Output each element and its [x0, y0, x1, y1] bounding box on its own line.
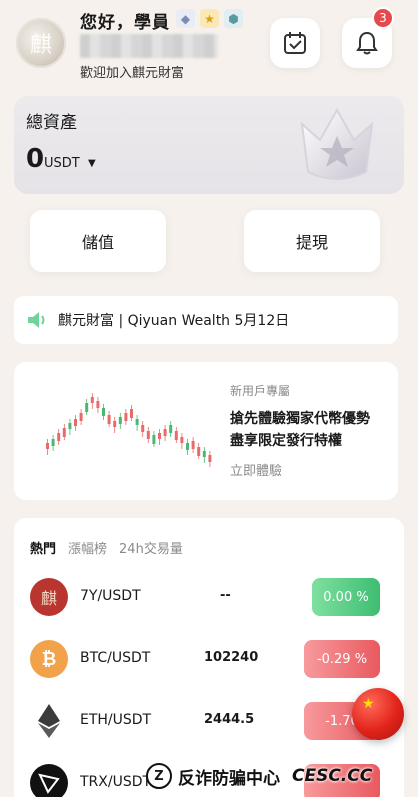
candle-body [124, 413, 128, 421]
change-pill[interactable]: 0.00 % [312, 578, 380, 616]
candle-body [202, 451, 206, 457]
7y-coin-icon: 麒 [30, 578, 68, 616]
change-pill[interactable]: -0.29 % [304, 640, 380, 678]
candle-body [186, 443, 189, 450]
candle-body [113, 421, 117, 427]
welcome-text: 歡迎加入麒元財富 [80, 66, 185, 81]
candle-body [152, 435, 156, 444]
gem-badge-icon: ⬢ [224, 9, 243, 28]
candle-body [158, 433, 161, 439]
trx-coin-icon [30, 764, 68, 797]
total-assets-title: 總資產 [26, 113, 77, 133]
candle-body [51, 439, 55, 446]
candle-body [191, 441, 195, 449]
task-calendar-button[interactable] [270, 18, 320, 68]
tab-gainers[interactable]: 漲幅榜 [68, 538, 107, 557]
pair-name: BTC/USDT [80, 650, 151, 666]
tab-volume[interactable]: 24h交易量 [119, 538, 183, 557]
candle-body [135, 419, 139, 425]
promo-cta-link[interactable]: 立即體驗 [230, 460, 282, 479]
candle-body [169, 425, 173, 433]
eth-coin-icon [38, 704, 60, 738]
currency-unit-selector[interactable]: USDT [44, 156, 80, 171]
candle-body [141, 425, 145, 432]
caret-down-icon[interactable]: ▼ [88, 158, 96, 169]
candle-body [68, 423, 72, 429]
candlestick-chart-illustration [46, 393, 212, 467]
candle-body [146, 431, 150, 439]
pair-name: 7Y/USDT [80, 588, 141, 604]
avatar[interactable]: 麒 [16, 18, 66, 68]
candle-body [180, 437, 184, 443]
user-id-redacted [80, 34, 218, 58]
header: 麒 您好，學員 ◆ ★ ⬢ 歡迎加入麒元財富 3 [0, 0, 418, 100]
watermark-text: 反诈防骗中心 [178, 768, 280, 789]
btc-coin-icon: ₿ [30, 640, 68, 678]
candle-body [130, 409, 133, 418]
crown-badge-icon: ★ [200, 9, 219, 28]
candle-body [163, 429, 167, 436]
candle-body [96, 401, 100, 408]
withdraw-button[interactable]: 提現 [244, 210, 380, 272]
announcement-text: 麒元財富 | Qiyuan Wealth 5月12日 [58, 313, 290, 329]
china-flag-icon: ★ [362, 696, 375, 712]
deposit-button[interactable]: 儲值 [30, 210, 166, 272]
candle-body [57, 433, 61, 441]
pair-name: TRX/USDT [80, 774, 152, 790]
watermark: Z 反诈防骗中心 CESC.CC [146, 760, 418, 792]
candle-body [62, 428, 66, 437]
market-tabs: 熱門 漲幅榜 24h交易量 [30, 538, 183, 557]
market-row-7y[interactable]: 麒 7Y/USDT -- 0.00 % [14, 570, 404, 626]
promo-card[interactable]: 新用戶專屬 搶先體驗獨家代幣優勢 盡享限定發行特權 立即體驗 [14, 362, 398, 500]
promo-tag: 新用戶專屬 [230, 384, 291, 398]
market-list-card: 熱門 漲幅榜 24h交易量 麒 7Y/USDT -- 0.00 % ₿ BTC/… [14, 518, 404, 797]
candle-body [79, 413, 83, 421]
candle-body [118, 417, 122, 424]
greeting-text: 您好，學員 [80, 13, 170, 33]
candle-body [90, 397, 94, 403]
market-row-btc[interactable]: ₿ BTC/USDT 102240 -0.29 % [14, 632, 404, 688]
diamond-badge-icon: ◆ [176, 9, 195, 28]
pair-price: -- [220, 588, 231, 603]
announcement-bar[interactable]: 麒元財富 | Qiyuan Wealth 5月12日 [14, 296, 398, 344]
total-assets-card: 總資產 0 USDT ▼ [14, 96, 404, 194]
language-flag-button[interactable]: ★ [352, 688, 404, 740]
total-assets-amount: 0 [26, 144, 45, 174]
promo-title-line2: 盡享限定發行特權 [230, 433, 342, 449]
candle-body [174, 431, 178, 440]
candle-body [74, 419, 77, 426]
calendar-check-icon [284, 32, 306, 54]
pair-price: 102240 [204, 650, 259, 665]
market-row-eth[interactable]: ETH/USDT 2444.5 -1.70 [14, 694, 404, 750]
speaker-icon [28, 312, 45, 328]
tab-hot[interactable]: 熱門 [30, 538, 56, 557]
notification-count-badge: 3 [372, 7, 394, 29]
candle-body [102, 408, 105, 416]
level-badges: ◆ ★ ⬢ [176, 9, 243, 28]
pair-name: ETH/USDT [80, 712, 152, 728]
candle-body [208, 455, 212, 462]
pair-price: 2444.5 [204, 712, 255, 727]
avatar-logo-icon: 麒 [29, 33, 52, 58]
promo-title-line1: 搶先體驗獨家代幣優勢 [230, 411, 370, 427]
bell-icon [356, 31, 378, 55]
candle-body [107, 415, 111, 424]
candle-body [85, 403, 89, 412]
watermark-site: CESC.CC [292, 766, 373, 786]
candle-body [197, 447, 201, 456]
crown-star-icon [300, 107, 374, 180]
watermark-logo-icon: Z [146, 763, 172, 789]
candle-body [46, 443, 49, 449]
